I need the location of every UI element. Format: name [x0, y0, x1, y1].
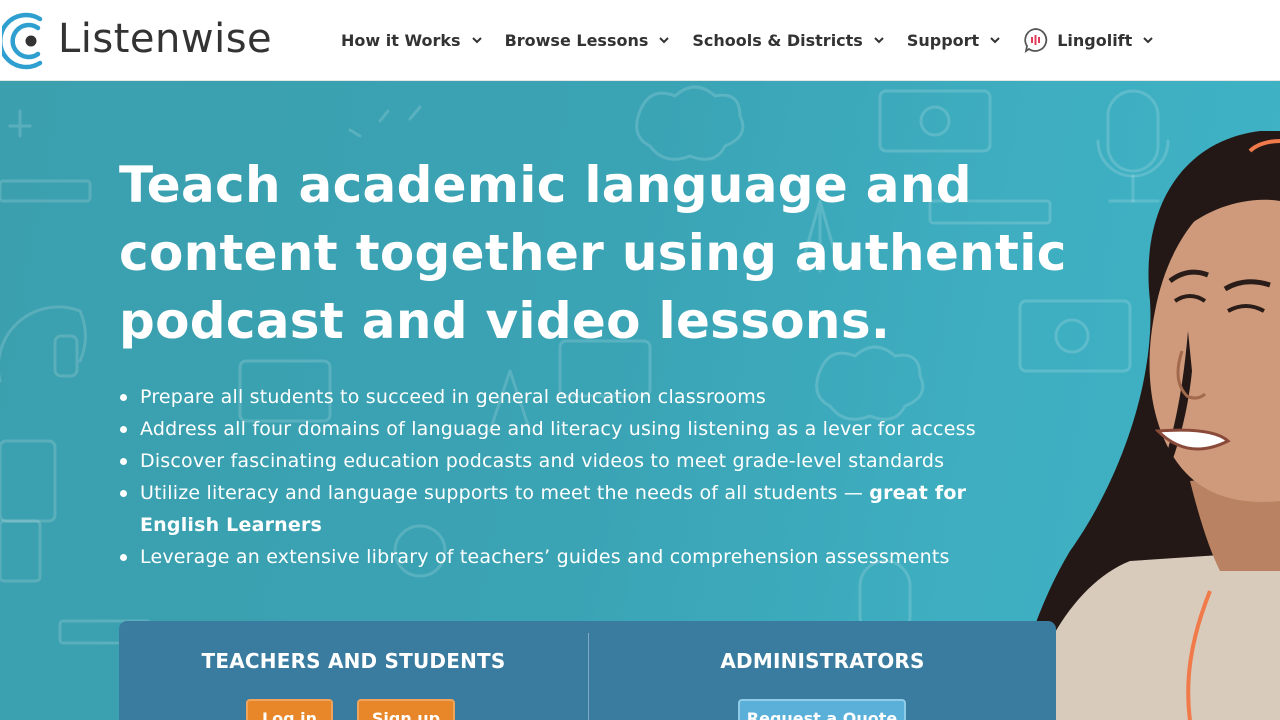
chevron-down-icon	[659, 37, 670, 44]
chevron-down-icon	[990, 37, 1000, 44]
nav-label: Support	[906, 30, 980, 50]
panel-divider	[588, 633, 589, 720]
teachers-students-title: TEACHERS AND STUDENTS	[201, 649, 506, 673]
audience-panel: TEACHERS AND STUDENTS ADMINISTRATORS Log…	[119, 621, 1056, 720]
feature-text: Discover fascinating education podcasts …	[140, 450, 945, 472]
nav-support[interactable]: Support	[907, 28, 1001, 52]
headline-line: content together using authentic	[119, 224, 1067, 282]
administrators-column: ADMINISTRATORS	[589, 649, 1056, 673]
headline-line: Teach academic language and	[119, 156, 972, 214]
lingolift-speech-icon	[1024, 28, 1048, 53]
nav-label: How it Works	[341, 30, 461, 50]
nav-how-it-works[interactable]: How it Works	[341, 28, 483, 52]
nav-browse-lessons[interactable]: Browse Lessons	[505, 28, 671, 52]
signup-button[interactable]: Sign up	[357, 699, 455, 720]
nav-label: Lingolift	[1057, 30, 1133, 50]
chevron-down-icon	[471, 37, 482, 44]
feature-item: Discover fascinating education podcasts …	[118, 445, 998, 477]
feature-item: Utilize literacy and language supports t…	[118, 477, 998, 541]
nav-lingolift[interactable]: Lingolift	[1023, 28, 1154, 53]
feature-text: Address all four domains of language and…	[140, 418, 976, 440]
feature-item: Leverage an extensive library of teacher…	[118, 541, 998, 573]
feature-item: Prepare all students to succeed in gener…	[118, 381, 998, 413]
nav-schools-districts[interactable]: Schools & Districts	[692, 28, 884, 52]
brand-name: Listenwise	[58, 16, 273, 62]
main-nav: How it Works Browse Lessons Schools & Di…	[341, 28, 1154, 53]
headline-line: podcast and video lessons.	[119, 292, 891, 350]
listenwise-logo-icon	[2, 12, 43, 70]
nav-label: Browse Lessons	[504, 30, 649, 50]
hero-headline: Teach academic language and content toge…	[119, 151, 1067, 355]
feature-list: Prepare all students to succeed in gener…	[118, 381, 998, 573]
nav-label: Schools & Districts	[692, 30, 863, 50]
teachers-students-column: TEACHERS AND STUDENTS	[119, 649, 588, 673]
listenwise-logo[interactable]: Listenwise	[2, 10, 282, 72]
feature-text: Utilize literacy and language supports t…	[140, 482, 870, 504]
feature-item: Address all four domains of language and…	[118, 413, 998, 445]
feature-text: Prepare all students to succeed in gener…	[140, 386, 767, 408]
hero-section: Teach academic language and content toge…	[0, 81, 1280, 720]
feature-text: Leverage an extensive library of teacher…	[140, 546, 950, 568]
administrators-title: ADMINISTRATORS	[720, 649, 925, 673]
chevron-down-icon	[874, 37, 884, 44]
login-button[interactable]: Log in	[246, 699, 333, 720]
site-header: Listenwise How it Works Browse Lessons S…	[0, 0, 1280, 81]
chevron-down-icon	[1143, 37, 1153, 44]
request-quote-button[interactable]: Request a Quote	[738, 699, 906, 720]
